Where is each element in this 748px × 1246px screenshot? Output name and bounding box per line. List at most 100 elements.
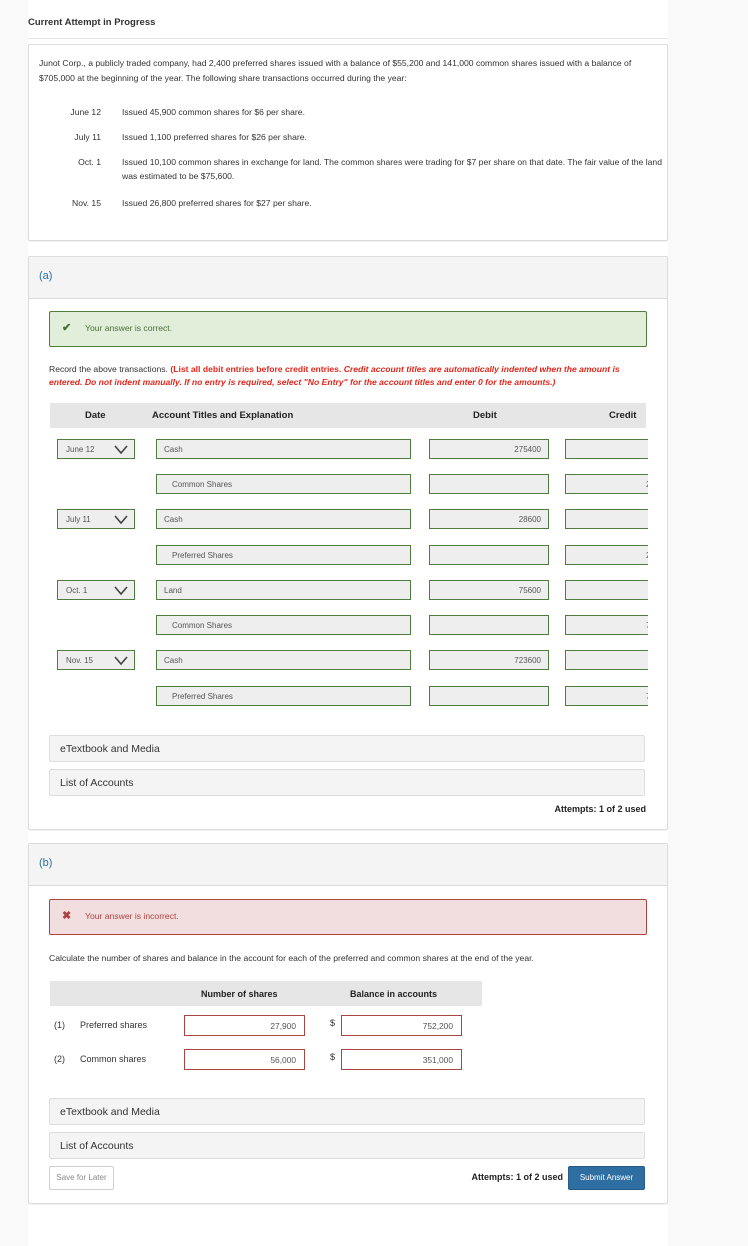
debit-input[interactable] [429, 474, 549, 494]
account-title-input[interactable]: Land [156, 580, 411, 600]
date-select[interactable]: June 12 [57, 439, 135, 459]
credit-input[interactable]: 723600 [565, 686, 648, 706]
shares-row-preferred: (1) Preferred shares 27,900 $ 752,200 [29, 1015, 667, 1037]
date-select[interactable]: Nov. 15 [57, 650, 135, 670]
save-for-later-button[interactable]: Save for Later [49, 1166, 114, 1190]
transaction-text: Issued 1,100 preferred shares for $26 pe… [122, 132, 307, 142]
journal-row: Nov. 15 Cash 723600 [29, 650, 667, 674]
account-title-input[interactable]: Cash [156, 650, 411, 670]
account-title-input[interactable]: Common Shares [156, 474, 411, 494]
debit-input[interactable] [429, 686, 549, 706]
transaction-date: July 11 [74, 132, 101, 142]
transaction-text: Issued 45,900 common shares for $6 per s… [122, 107, 305, 117]
part-a-label: (a) [39, 270, 53, 282]
part-b-header: (b) [29, 844, 667, 886]
part-a-panel: (a) ✔ Your answer is correct. Record the… [28, 256, 668, 830]
debit-input[interactable]: 275400 [429, 439, 549, 459]
credit-input[interactable] [565, 650, 648, 670]
chevron-down-icon [114, 515, 128, 525]
list-of-accounts-link[interactable]: List of Accounts [49, 769, 645, 796]
credit-input[interactable]: 28600 [565, 545, 648, 565]
debit-input[interactable]: 28600 [429, 509, 549, 529]
transaction-text: Issued 10,100 common shares in exchange … [122, 157, 662, 181]
date-select[interactable]: July 11 [57, 509, 135, 529]
submit-answer-button[interactable]: Submit Answer [568, 1166, 645, 1190]
date-value: June 12 [66, 445, 95, 454]
debit-input[interactable] [429, 545, 549, 565]
header-debit: Debit [473, 410, 497, 421]
account-title-input[interactable]: Common Shares [156, 615, 411, 635]
instructions: Record the above transactions. (List all… [49, 363, 649, 389]
chevron-down-icon [114, 586, 128, 596]
account-title-input[interactable]: Preferred Shares [156, 686, 411, 706]
credit-input[interactable] [565, 439, 648, 459]
instructions-note: (List all debit entries before credit en… [170, 364, 344, 374]
date-select[interactable]: Oct. 1 [57, 580, 135, 600]
journal-row: Common Shares 75600 [29, 615, 667, 639]
transaction-date: June 12 [70, 107, 101, 117]
page: Current Attempt in Progress Junot Corp.,… [28, 0, 668, 1246]
etextbook-link[interactable]: eTextbook and Media [49, 1098, 645, 1125]
date-value: Nov. 15 [66, 656, 93, 665]
header-credit: Credit [609, 410, 637, 421]
feedback-text: Your answer is incorrect. [85, 911, 179, 921]
shares-row-common: (2) Common shares 56,000 $ 351,000 [29, 1049, 667, 1071]
problem-statement: Junot Corp., a publicly traded company, … [28, 44, 668, 241]
attempts-counter: Attempts: 1 of 2 used [554, 804, 646, 814]
currency-symbol: $ [330, 1052, 336, 1062]
account-title-input[interactable]: Preferred Shares [156, 545, 411, 565]
divider [28, 38, 668, 39]
credit-input[interactable]: 275400 [565, 474, 648, 494]
common-balance-input[interactable]: 351,000 [341, 1049, 462, 1070]
journal-table-header: Date Account Titles and Explanation Debi… [50, 403, 646, 428]
row-label: Common shares [80, 1054, 147, 1064]
currency-symbol: $ [330, 1018, 336, 1028]
correct-feedback-banner: ✔ Your answer is correct. [49, 311, 647, 347]
incorrect-feedback-banner: ✖ Your answer is incorrect. [49, 899, 647, 935]
problem-intro: Junot Corp., a publicly traded company, … [39, 58, 632, 83]
preferred-shares-count-input[interactable]: 27,900 [184, 1015, 305, 1036]
journal-row: Oct. 1 Land 75600 [29, 580, 667, 604]
header-number-of-shares: Number of shares [201, 989, 278, 999]
checkmark-icon: ✔ [62, 322, 72, 334]
journal-row: Preferred Shares 28600 [29, 545, 667, 569]
instructions: Calculate the number of shares and balan… [49, 953, 534, 963]
transaction-text: Issued 26,800 preferred shares for $27 p… [122, 198, 312, 208]
part-a-header: (a) [29, 257, 667, 299]
journal-row: July 11 Cash 28600 [29, 509, 667, 533]
credit-input[interactable] [565, 509, 648, 529]
header-date: Date [85, 410, 106, 421]
header-account: Account Titles and Explanation [152, 410, 294, 421]
instructions-text: Record the above transactions. [49, 364, 171, 374]
row-number: (2) [54, 1054, 65, 1064]
x-mark-icon: ✖ [62, 910, 72, 922]
date-value: July 11 [66, 515, 91, 524]
attempt-title: Current Attempt in Progress [28, 17, 156, 28]
account-title-input[interactable]: Cash [156, 439, 411, 459]
list-of-accounts-link[interactable]: List of Accounts [49, 1132, 645, 1159]
part-b-panel: (b) ✖ Your answer is incorrect. Calculat… [28, 843, 668, 1204]
transaction-date: Nov. 15 [72, 198, 101, 208]
etextbook-link[interactable]: eTextbook and Media [49, 735, 645, 762]
chevron-down-icon [114, 656, 128, 666]
date-value: Oct. 1 [66, 586, 88, 595]
common-shares-count-input[interactable]: 56,000 [184, 1049, 305, 1070]
journal-row: June 12 Cash 275400 [29, 439, 667, 463]
attempts-counter: Attempts: 1 of 2 used [471, 1172, 563, 1182]
preferred-balance-input[interactable]: 752,200 [341, 1015, 462, 1036]
row-label: Preferred shares [80, 1020, 148, 1030]
shares-table-header: Number of shares Balance in accounts [50, 981, 482, 1006]
credit-input[interactable]: 75600 [565, 615, 648, 635]
journal-row: Preferred Shares 723600 [29, 686, 667, 710]
account-title-input[interactable]: Cash [156, 509, 411, 529]
row-number: (1) [54, 1020, 65, 1030]
chevron-down-icon [114, 445, 128, 455]
debit-input[interactable]: 723600 [429, 650, 549, 670]
transaction-date: Oct. 1 [78, 157, 101, 167]
debit-input[interactable]: 75600 [429, 580, 549, 600]
feedback-text: Your answer is correct. [85, 323, 173, 333]
credit-input[interactable] [565, 580, 648, 600]
part-b-label: (b) [39, 857, 53, 869]
debit-input[interactable] [429, 615, 549, 635]
header-balance: Balance in accounts [350, 989, 438, 999]
